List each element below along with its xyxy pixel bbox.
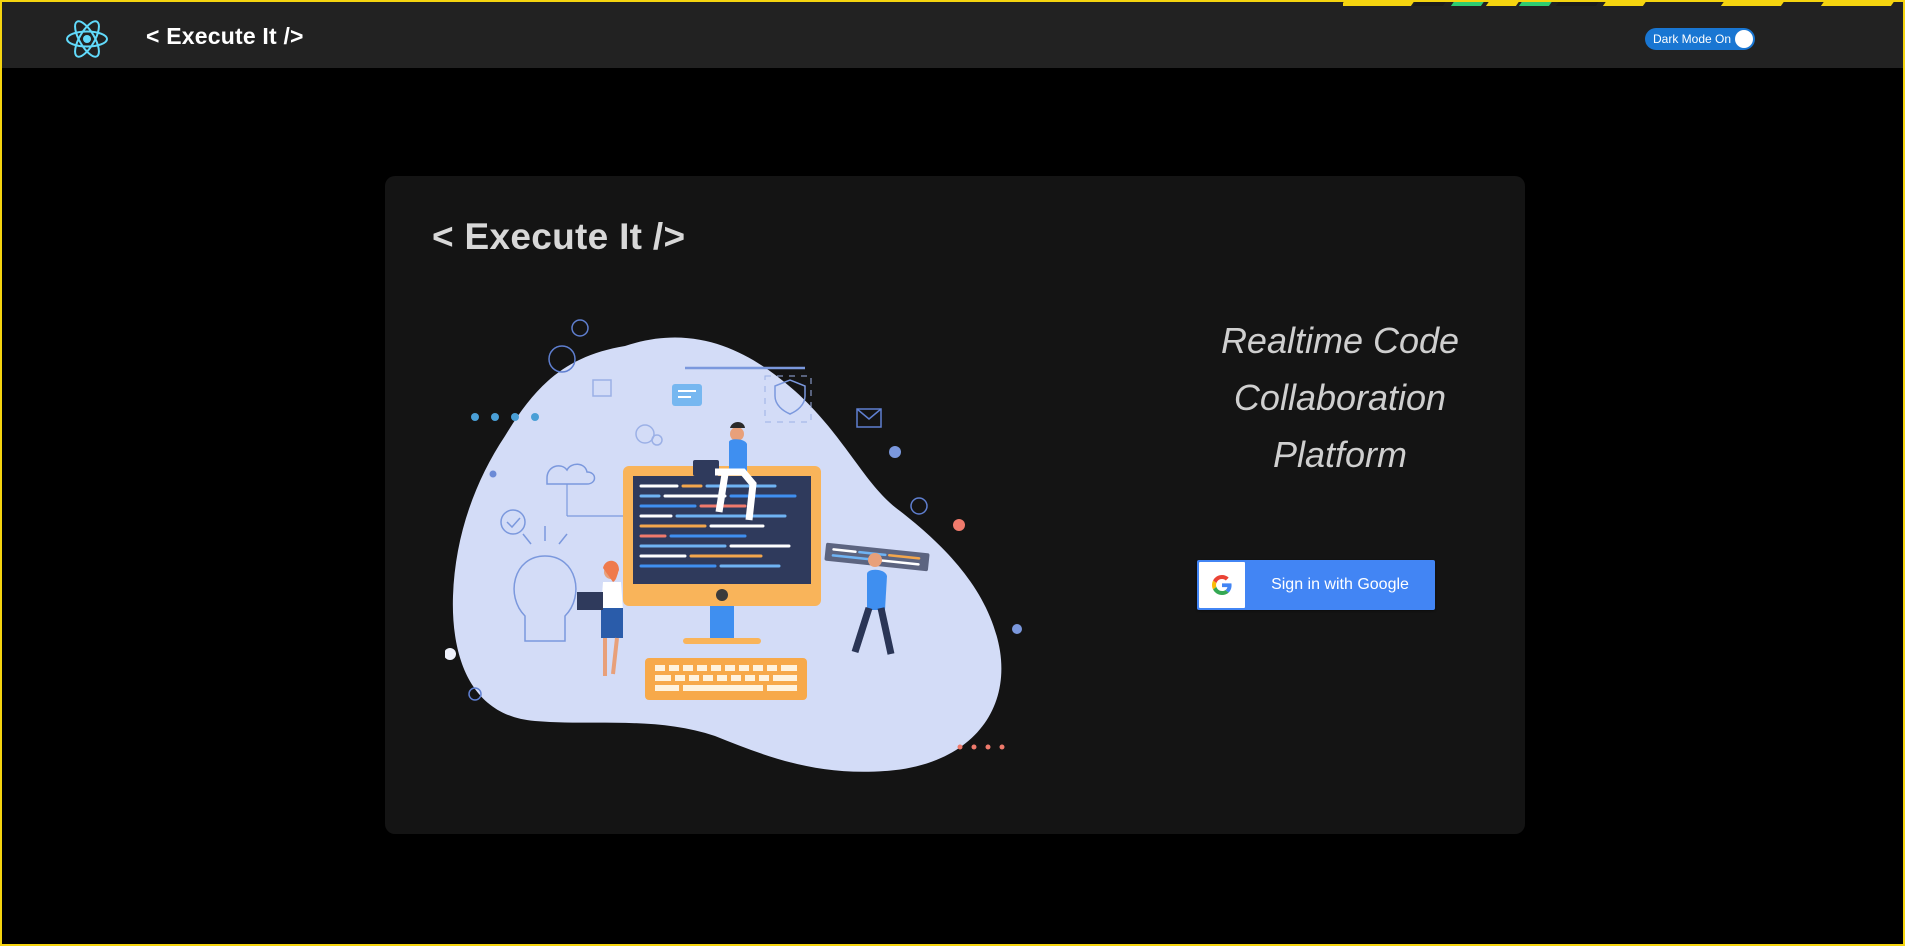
react-atom-icon[interactable] bbox=[64, 16, 110, 62]
card-title: < Execute It /> bbox=[432, 216, 686, 257]
login-card: < Execute It /> Realtime Code Collaborat… bbox=[385, 176, 1525, 834]
navbar-decorative-stripes bbox=[1343, 2, 1903, 6]
dark-mode-toggle-label: Dark Mode On bbox=[1653, 32, 1732, 46]
app-frame: < Execute It /> Dark Mode On < Execute I… bbox=[0, 0, 1905, 946]
tagline-line-3: Platform bbox=[1272, 434, 1408, 475]
google-sign-in-button[interactable]: Sign in with Google bbox=[1197, 560, 1435, 610]
team-coding-illustration bbox=[445, 319, 1022, 772]
navbar-title: < Execute It /> bbox=[146, 23, 304, 49]
google-g-icon bbox=[1212, 575, 1232, 595]
tagline-line-1: Realtime Code bbox=[1220, 320, 1460, 361]
tagline-line-2: Collaboration bbox=[1233, 377, 1447, 418]
google-icon-container bbox=[1199, 562, 1245, 608]
navbar: < Execute It /> Dark Mode On bbox=[2, 2, 1903, 68]
toggle-knob bbox=[1735, 30, 1753, 48]
dark-mode-toggle[interactable]: Dark Mode On bbox=[1645, 28, 1755, 50]
tagline: Realtime Code Collaboration Platform bbox=[1125, 312, 1555, 483]
google-sign-in-label: Sign in with Google bbox=[1271, 576, 1409, 593]
